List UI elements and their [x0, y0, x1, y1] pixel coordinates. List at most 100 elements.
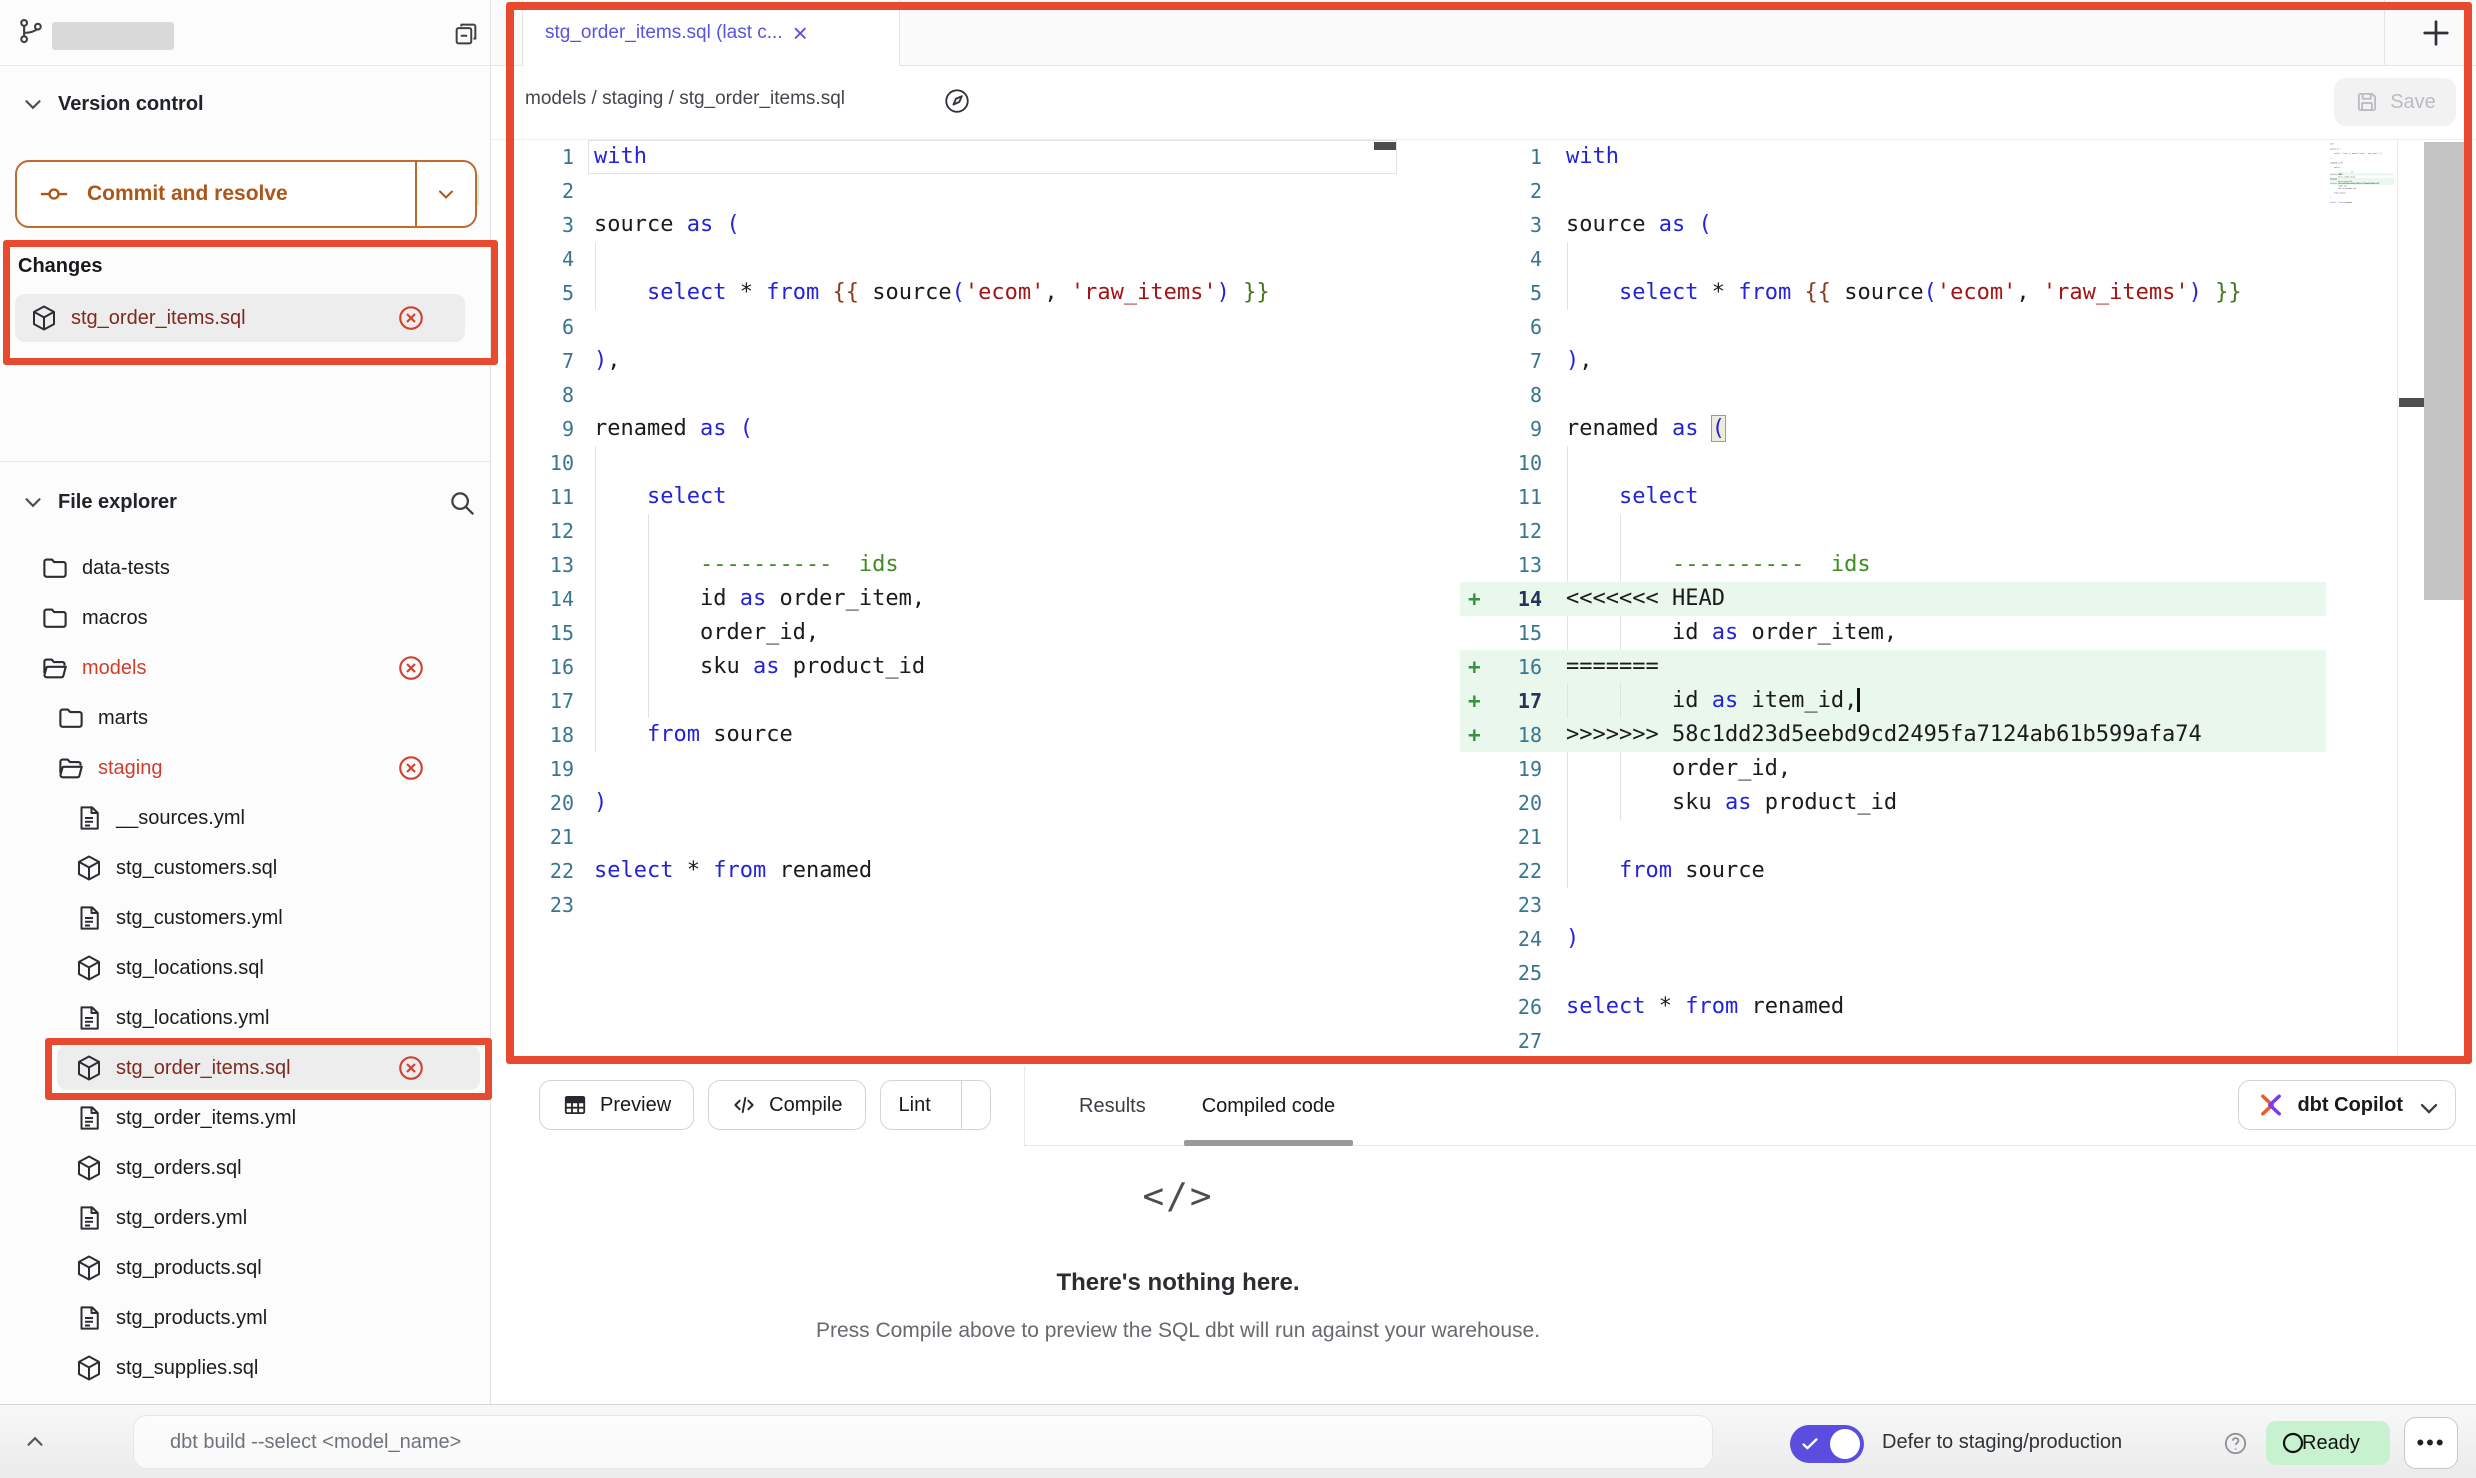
folder-icon — [40, 553, 70, 583]
chevron-up-icon[interactable] — [22, 1429, 48, 1455]
close-tab-icon[interactable]: × — [793, 20, 808, 46]
cube-icon — [74, 1053, 104, 1083]
preview-button[interactable]: Preview — [539, 1080, 694, 1130]
status-circle-icon — [2266, 1430, 2292, 1456]
code-line: +18>>>>>>> 58c1dd23d5eebd9cd2495fa7124ab… — [1460, 718, 2326, 752]
discard-change-icon[interactable] — [396, 303, 426, 333]
tab-stg-order-items[interactable]: stg_order_items.sql (last c... × — [522, 0, 900, 66]
lineage-compass-icon[interactable] — [934, 78, 980, 124]
code-line: 5 select * from {{ source('ecom', 'raw_i… — [491, 276, 1397, 310]
code-line: 22 from source — [1460, 854, 2326, 888]
tree-item-stg_orders.sql[interactable]: stg_orders.sql — [0, 1143, 490, 1193]
tree-item-staging[interactable]: staging — [0, 743, 490, 793]
git-branch-icon — [16, 16, 46, 46]
tree-item-stg_order_items.yml[interactable]: stg_order_items.yml — [0, 1093, 490, 1143]
tree-item-stg_order_items.sql[interactable]: stg_order_items.sql — [0, 1043, 490, 1093]
table-icon — [562, 1092, 588, 1118]
tree-item-stg_customers.yml[interactable]: stg_customers.yml — [0, 893, 490, 943]
code-line: 25 — [1460, 956, 2326, 990]
left-pane-scrollbar-thumb[interactable] — [1374, 142, 1396, 150]
diff-pane-original[interactable]: 1with23source as (45 select * from {{ so… — [491, 140, 1397, 1058]
defer-toggle[interactable] — [1790, 1425, 1864, 1463]
empty-subtitle: Press Compile above to preview the SQL d… — [578, 1319, 1778, 1343]
branch-name-redacted — [52, 22, 174, 50]
code-line: 12 — [1460, 514, 2326, 548]
doc-icon — [74, 1103, 104, 1133]
tree-item-label: stg_products.yml — [116, 1307, 267, 1330]
code-glyph: </> — [578, 1176, 1778, 1217]
version-control-header[interactable]: Version control 1 — [0, 82, 490, 126]
file-explorer-header[interactable]: File explorer — [0, 480, 490, 524]
status-bar: dbt build --select <model_name> Defer to… — [0, 1404, 2476, 1478]
discard-change-icon[interactable] — [396, 753, 426, 783]
empty-state: </> There's nothing here. Press Compile … — [578, 1176, 1778, 1343]
discard-change-icon[interactable] — [396, 1053, 426, 1083]
code-line: 13 ---------- ids — [491, 548, 1397, 582]
commit-options-dropdown[interactable] — [415, 162, 475, 226]
doc-icon — [74, 803, 104, 833]
save-button[interactable]: Save — [2334, 78, 2456, 126]
code-line: 10 — [491, 446, 1397, 480]
help-icon[interactable] — [2222, 1430, 2249, 1457]
command-placeholder: dbt build --select <model_name> — [170, 1431, 461, 1454]
ready-status-badge: Ready — [2266, 1421, 2390, 1465]
tree-item-stg_products.sql[interactable]: stg_products.sql — [0, 1243, 490, 1293]
command-input[interactable]: dbt build --select <model_name> — [133, 1415, 1713, 1469]
tree-item-stg_supplies.sql[interactable]: stg_supplies.sql — [0, 1343, 490, 1393]
diff-pane-modified[interactable]: 1with23source as (45 select * from {{ so… — [1460, 140, 2326, 1058]
defer-label: Defer to staging/production — [1882, 1431, 2122, 1454]
discard-change-icon[interactable] — [396, 653, 426, 683]
code-line: 9renamed as ( — [491, 412, 1397, 446]
folder-icon — [40, 603, 70, 633]
tree-item-stg_customers.sql[interactable]: stg_customers.sql — [0, 843, 490, 893]
divider — [2384, 0, 2385, 65]
lint-button[interactable]: Lint — [880, 1080, 991, 1130]
code-line: 20 sku as product_id — [1460, 786, 2326, 820]
tree-item-stg_locations.yml[interactable]: stg_locations.yml — [0, 993, 490, 1043]
tree-item-marts[interactable]: marts — [0, 693, 490, 743]
lint-options-dropdown[interactable] — [961, 1081, 990, 1129]
commit-and-resolve-button[interactable]: Commit and resolve — [15, 160, 477, 228]
tree-item-label: marts — [98, 707, 148, 730]
action-bar: Preview Compile Lint ResultsCompiled cod… — [491, 1066, 2476, 1146]
check-icon — [1799, 1433, 1821, 1455]
tree-item-macros[interactable]: macros — [0, 593, 490, 643]
code-line: 21 — [1460, 820, 2326, 854]
code-line: 16 sku as product_id — [491, 650, 1397, 684]
compile-button[interactable]: Compile — [708, 1080, 865, 1130]
doc-icon — [74, 1303, 104, 1333]
tree-item-models[interactable]: models — [0, 643, 490, 693]
code-line: +17 id as item_id, — [1460, 684, 2326, 718]
right-scrollbar-thumb[interactable] — [2399, 398, 2424, 407]
tree-item-stg_orders.yml[interactable]: stg_orders.yml — [0, 1193, 490, 1243]
chevron-down-icon[interactable] — [20, 489, 46, 515]
code-line: 1with — [1460, 140, 2326, 174]
tree-item-__sources.yml[interactable]: __sources.yml — [0, 793, 490, 843]
code-line: 14 id as order_item, — [491, 582, 1397, 616]
more-options-button[interactable]: ••• — [2404, 1417, 2458, 1469]
editor-scrollbar-thumb[interactable] — [2424, 142, 2466, 600]
model-cube-icon — [29, 303, 59, 333]
tree-item-data-tests[interactable]: data-tests — [0, 543, 490, 593]
doc-icon — [74, 1203, 104, 1233]
code-line: 17 — [491, 684, 1397, 718]
minimap[interactable]: withsource as ( select * from {{ source(… — [2330, 143, 2394, 318]
tree-item-label: stg_order_items.sql — [116, 1057, 291, 1080]
code-line: 4 — [491, 242, 1397, 276]
code-line: 23 — [1460, 888, 2326, 922]
dbt-copilot-button[interactable]: dbt Copilot — [2238, 1080, 2456, 1130]
new-tab-icon[interactable] — [2418, 15, 2454, 51]
tab-results[interactable]: Results — [1051, 1066, 1174, 1146]
divider — [1024, 1066, 1025, 1146]
code-line: 4 — [1460, 242, 2326, 276]
tree-item-stg_locations.sql[interactable]: stg_locations.sql — [0, 943, 490, 993]
tab-bar: stg_order_items.sql (last c... × — [491, 0, 2476, 66]
code-line: 9renamed as ( — [1460, 412, 2326, 446]
tree-item-stg_products.yml[interactable]: stg_products.yml — [0, 1293, 490, 1343]
search-icon[interactable] — [447, 488, 477, 518]
code-line: 7), — [491, 344, 1397, 378]
chevron-down-icon[interactable] — [20, 91, 46, 117]
copilot-icon — [2257, 1091, 2285, 1119]
tab-compiled-code[interactable]: Compiled code — [1174, 1066, 1363, 1146]
copy-icon[interactable] — [452, 20, 480, 48]
